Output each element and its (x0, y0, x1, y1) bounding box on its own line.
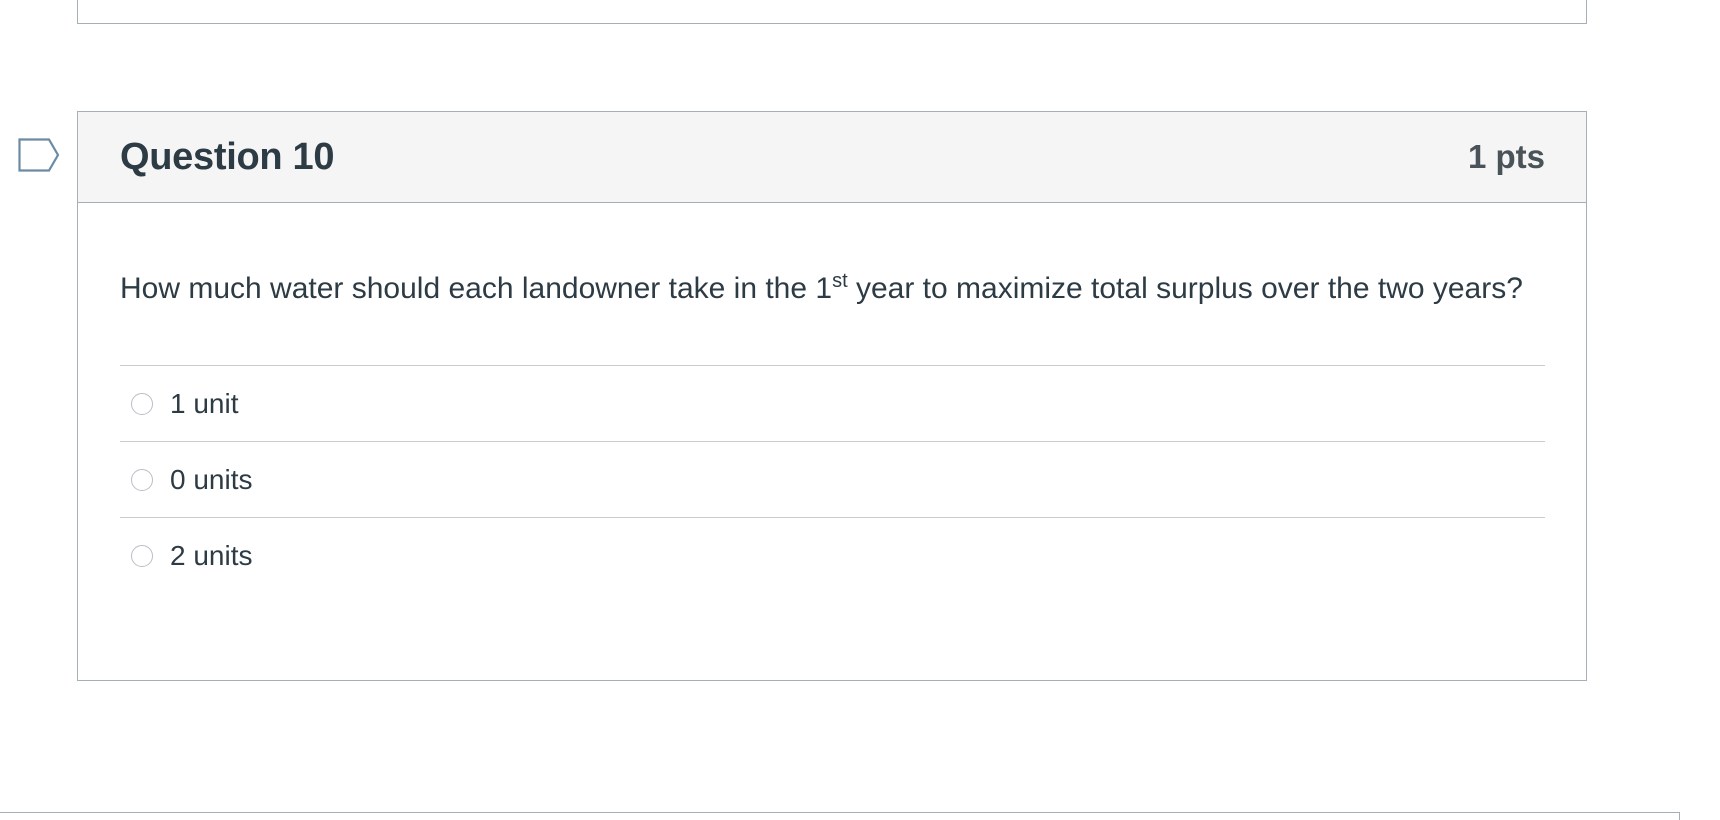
question-text-part-2: year to maximize total surplus over the … (847, 272, 1523, 305)
answer-label[interactable]: 2 units (170, 540, 253, 572)
answer-label[interactable]: 1 unit (170, 388, 239, 420)
answer-option[interactable]: 0 units (120, 442, 1545, 518)
next-section-box (0, 812, 1680, 820)
question-points: 1 pts (1467, 138, 1545, 175)
question-card: Question 10 1 pts How much water should … (77, 111, 1587, 681)
answer-option[interactable]: 1 unit (120, 366, 1545, 442)
previous-question-box (77, 0, 1587, 24)
radio-unchecked-icon[interactable] (131, 392, 153, 415)
answer-label[interactable]: 0 units (170, 464, 253, 496)
question-title: Question 10 (120, 135, 335, 178)
question-header: Question 10 1 pts (78, 112, 1586, 203)
question-text-part-1: How much water should each landowner tak… (120, 272, 833, 305)
question-body: How much water should each landowner tak… (78, 203, 1586, 594)
answer-option[interactable]: 2 units (120, 518, 1545, 594)
radio-unchecked-icon[interactable] (131, 468, 153, 491)
question-text-superscript: st (832, 270, 848, 292)
quiz-page: Question 10 1 pts How much water should … (0, 0, 1720, 820)
flag-question-icon[interactable] (18, 138, 60, 172)
radio-unchecked-icon[interactable] (131, 545, 153, 567)
answer-list: 1 unit 0 units 2 units (120, 365, 1545, 594)
question-text: How much water should each landowner tak… (120, 203, 1545, 313)
